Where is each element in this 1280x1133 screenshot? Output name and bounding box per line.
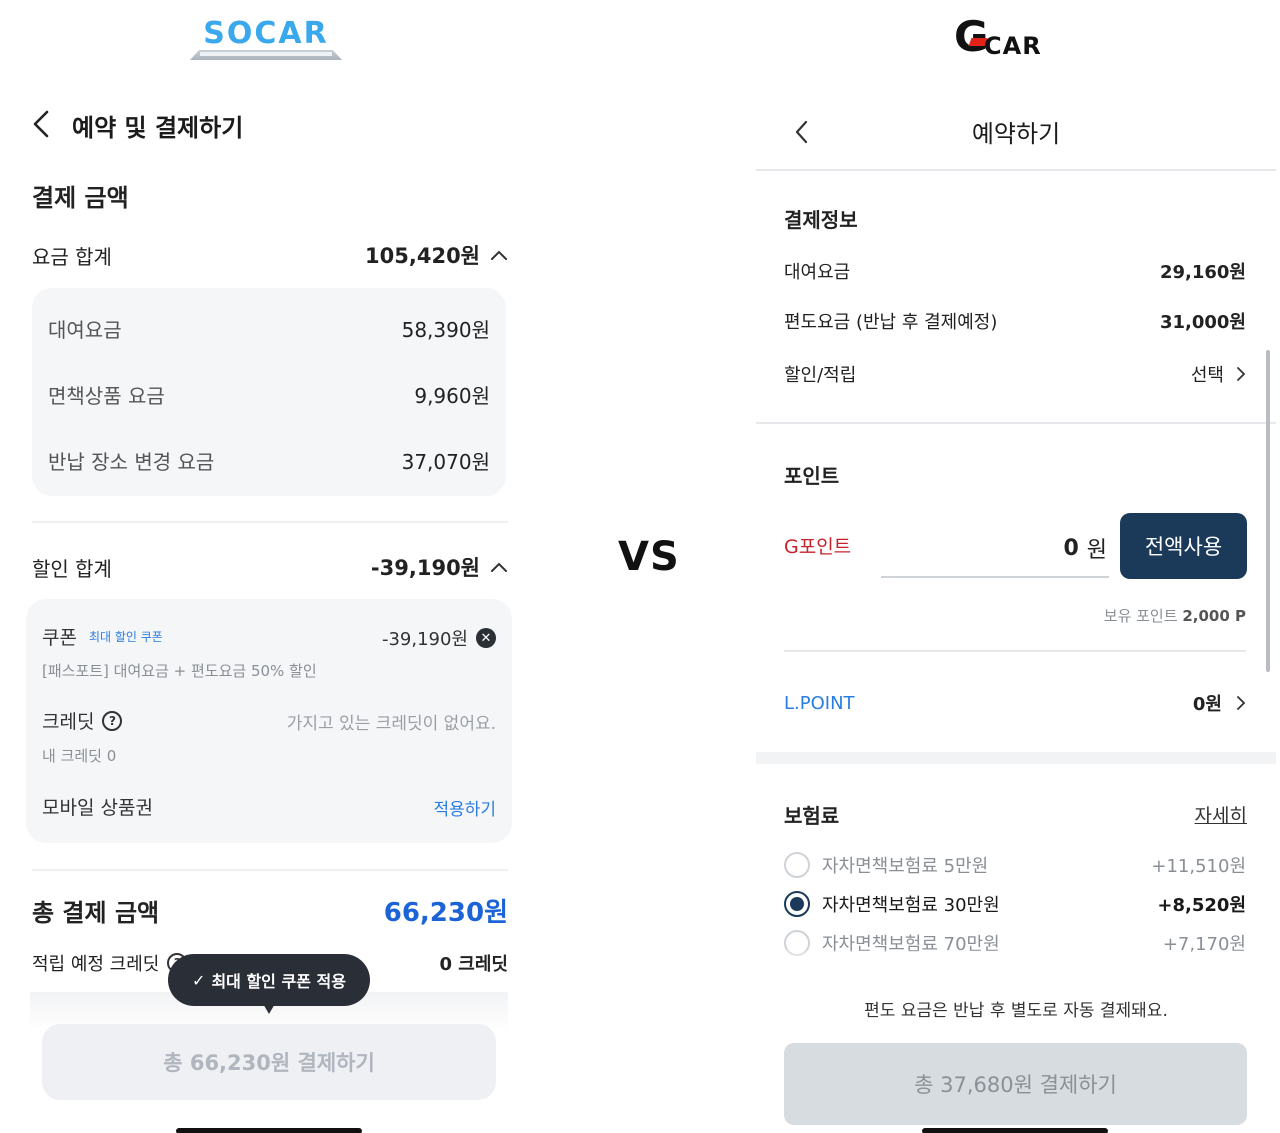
close-icon[interactable]: ✕ <box>476 628 496 648</box>
discount-detail-card: 쿠폰 최대 할인 쿠폰 -39,190원 ✕ [패스포트] 대여요금 + 편도요… <box>26 599 512 843</box>
mobile-voucher-label: 모바일 상품권 <box>42 797 153 819</box>
insurance-detail-link[interactable]: 자세히 <box>1195 801 1247 828</box>
header-divider <box>756 169 1276 171</box>
apply-voucher-link[interactable]: 적용하기 <box>433 795 496 820</box>
chevron-right-icon[interactable] <box>1236 695 1246 711</box>
page-title: 예약하기 <box>971 120 1061 148</box>
grand-total-row: 총 결제 금액 66,230원 <box>32 892 508 929</box>
page-title: 예약 및 결제하기 <box>72 114 244 142</box>
grand-total-label: 총 결제 금액 <box>32 899 160 927</box>
radio-button-selected[interactable] <box>784 891 810 917</box>
gpoint-value: 0 <box>1063 535 1079 561</box>
discount-total-amount: -39,190원 <box>370 556 480 580</box>
coupon-tooltip: ✓ 최대 할인 쿠폰 적용 <box>168 954 370 1006</box>
rental-fee-row: 대여요금 29,160원 <box>784 258 1246 284</box>
fee-total-label: 요금 합계 <box>32 244 112 269</box>
chevron-up-icon[interactable] <box>490 249 508 261</box>
chevron-right-icon[interactable] <box>1236 366 1246 382</box>
section-title: 결제 금액 <box>32 184 129 212</box>
discount-row[interactable]: 할인/적립 선택 <box>784 361 1246 387</box>
discount-label: 할인/적립 <box>784 365 857 386</box>
section-divider <box>756 422 1276 424</box>
gcar-logo-text: CAR <box>984 32 1042 60</box>
discount-select[interactable]: 선택 <box>1191 361 1224 387</box>
coupon-desc: [패스포트] 대여요금 + 편도요금 50% 할인 <box>42 662 317 680</box>
fee-item-rental: 대여요금 58,390원 <box>48 314 490 343</box>
help-icon[interactable]: ? <box>102 710 123 731</box>
rental-fee-label: 대여요금 <box>784 262 851 283</box>
coupon-label: 쿠폰 <box>42 627 77 649</box>
lpoint-value: 0원 <box>1192 694 1222 715</box>
pay-button[interactable]: 총 37,680원 결제하기 <box>784 1043 1247 1125</box>
tooltip-text: 최대 할인 쿠폰 적용 <box>211 972 346 991</box>
gpoint-input[interactable]: 0 원 <box>881 520 1109 578</box>
oneway-note: 편도 요금은 반납 후 별도로 자동 결제돼요. <box>864 1001 1168 1021</box>
vs-label: VS <box>618 534 680 580</box>
insurance-option-label: 자차면책보험료 5만원 <box>822 856 989 877</box>
fee-item-insurance: 면책상품 요금 9,960원 <box>48 380 490 409</box>
fee-item-amount: 9,960원 <box>414 384 490 408</box>
fee-detail-card: 대여요금 58,390원 면책상품 요금 9,960원 반납 장소 변경 요금 … <box>32 288 506 496</box>
divider <box>32 869 508 871</box>
held-points-value: 2,000 P <box>1182 607 1246 625</box>
payment-info-title: 결제정보 <box>784 208 858 232</box>
expected-credit-label: 적립 예정 크레딧 <box>32 954 160 975</box>
coupon-tag: 최대 할인 쿠폰 <box>88 630 163 644</box>
socar-logo: SOCAR <box>186 14 346 62</box>
fee-total-row[interactable]: 요금 합계 105,420원 <box>32 240 508 270</box>
gcar-logo: G CAR <box>954 12 1064 61</box>
coupon-amount: -39,190원 <box>381 629 468 650</box>
coupon-amount-wrap: -39,190원 ✕ <box>382 625 496 651</box>
fee-item-amount: 37,070원 <box>401 450 490 474</box>
socar-logo-text: SOCAR <box>203 16 329 51</box>
home-indicator <box>176 1128 362 1133</box>
fee-item-label: 면책상품 요금 <box>48 384 165 408</box>
check-icon: ✓ <box>192 970 206 990</box>
grand-total-amount: 66,230원 <box>383 898 508 928</box>
discount-total-label: 할인 합계 <box>32 556 112 581</box>
insurance-option[interactable]: 자차면책보험료 5만원 +11,510원 <box>784 852 1246 878</box>
coupon-row[interactable]: 쿠폰 최대 할인 쿠폰 <box>42 623 163 650</box>
oneway-fee-row: 편도요금 (반납 후 결제예정) 31,000원 <box>784 308 1246 334</box>
insurance-option-price: +11,510원 <box>1151 856 1246 877</box>
scrollbar[interactable] <box>1266 350 1270 672</box>
credit-row: 크레딧 ? <box>42 707 123 734</box>
fee-total-amount: 105,420원 <box>365 244 480 268</box>
pay-button[interactable]: 총 66,230원 결제하기 <box>42 1024 496 1100</box>
bottom-fade <box>756 950 1276 970</box>
socar-logo-base-inner <box>200 52 332 56</box>
fee-item-amount: 58,390원 <box>401 318 490 342</box>
lpoint-label: L.POINT <box>784 692 855 714</box>
fee-item-label: 대여요금 <box>48 318 122 342</box>
lpoint-row[interactable]: L.POINT 0원 <box>784 690 1246 716</box>
expected-credit-amount: 0 크레딧 <box>439 954 508 975</box>
gpoint-label: G포인트 <box>784 536 852 558</box>
points-title: 포인트 <box>784 464 840 488</box>
held-points: 보유 포인트 2,000 P <box>784 605 1246 626</box>
home-indicator <box>922 1128 1108 1133</box>
chevron-up-icon[interactable] <box>490 561 508 573</box>
rental-fee-amount: 29,160원 <box>1159 262 1246 283</box>
section-gap <box>756 752 1276 764</box>
radio-button[interactable] <box>784 852 810 878</box>
use-all-points-button[interactable]: 전액사용 <box>1120 513 1247 579</box>
gpoint-unit: 원 <box>1086 538 1107 563</box>
oneway-fee-amount: 31,000원 <box>1159 312 1246 333</box>
credit-status: 가지고 있는 크레딧이 없어요. <box>286 714 496 734</box>
insurance-option-selected[interactable]: 자차면책보험료 30만원 +8,520원 <box>784 891 1246 917</box>
held-points-label: 보유 포인트 <box>1103 607 1178 625</box>
fee-item-label: 반납 장소 변경 요금 <box>48 450 215 474</box>
back-icon[interactable] <box>30 108 54 140</box>
discount-total-row[interactable]: 할인 합계 -39,190원 <box>32 552 508 582</box>
insurance-title: 보험료 <box>784 804 840 828</box>
divider <box>784 650 1246 652</box>
divider <box>32 521 508 523</box>
insurance-option-price: +8,520원 <box>1157 895 1246 916</box>
credit-label: 크레딧 <box>42 711 95 733</box>
fee-item-return-change: 반납 장소 변경 요금 37,070원 <box>48 446 490 475</box>
my-credit: 내 크레딧 0 <box>42 747 117 765</box>
oneway-fee-label: 편도요금 (반납 후 결제예정) <box>784 312 998 333</box>
insurance-option-label: 자차면책보험료 30만원 <box>822 895 1000 916</box>
